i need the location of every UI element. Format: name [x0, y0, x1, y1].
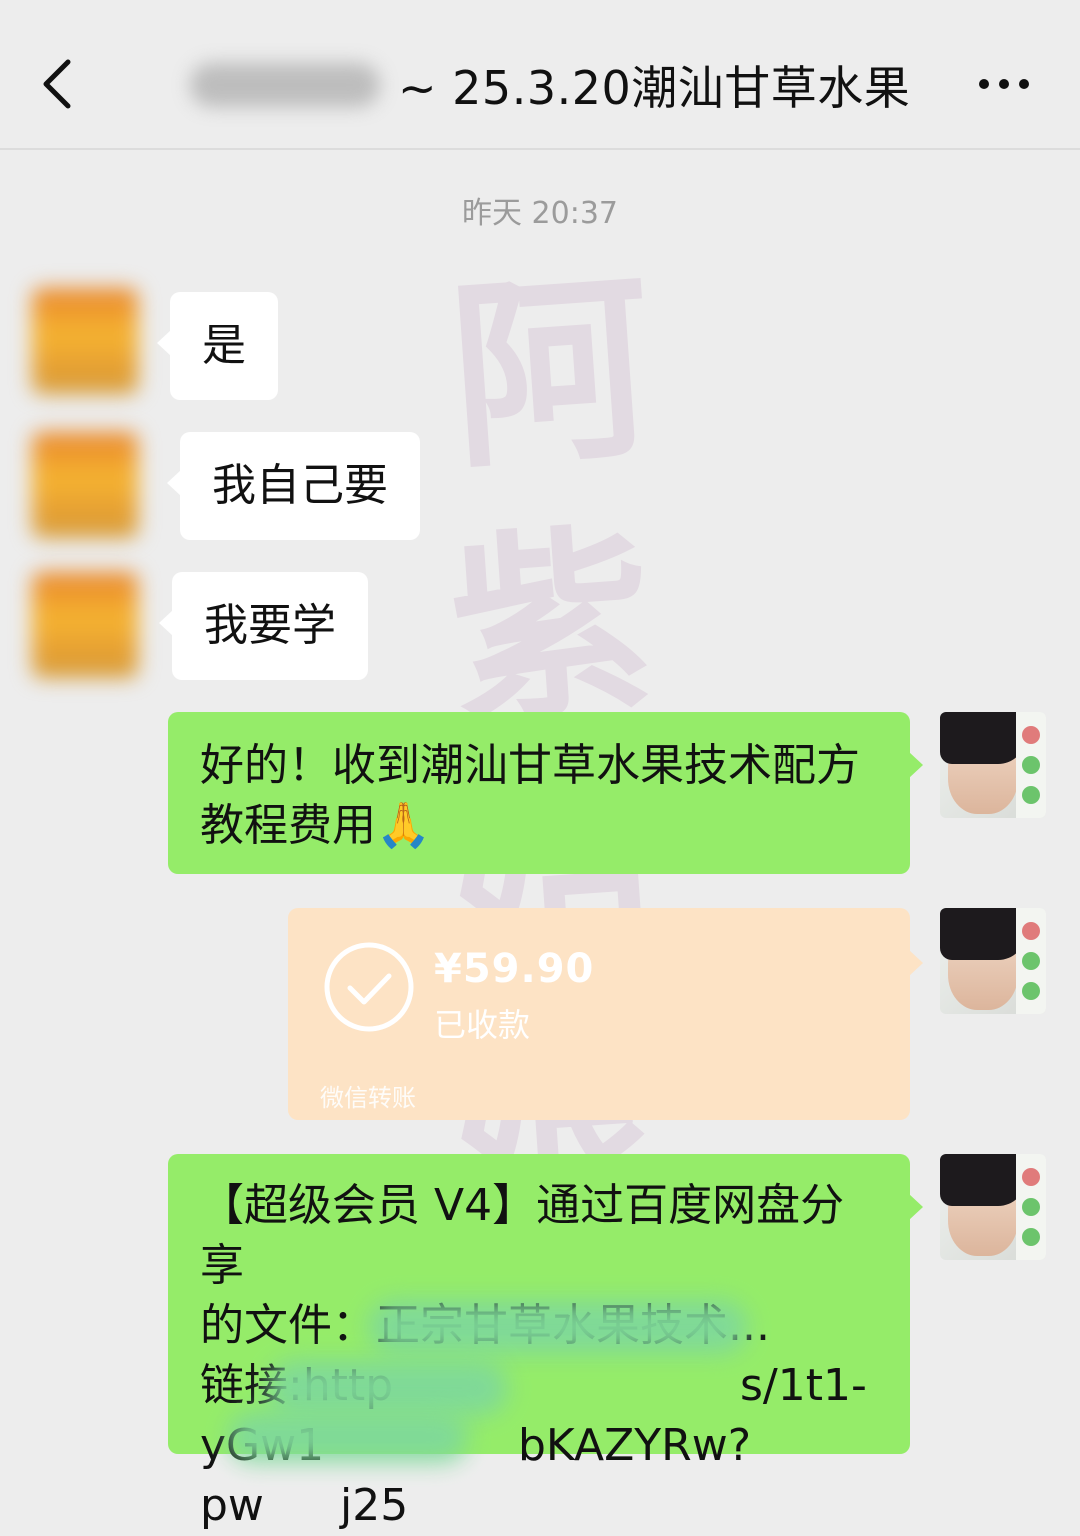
share-link-line[interactable]: pw j25	[200, 1476, 878, 1536]
link-text-end: j25	[340, 1480, 409, 1531]
sender-avatar[interactable]	[32, 288, 138, 394]
my-avatar[interactable]	[940, 908, 1046, 1014]
back-button[interactable]	[30, 48, 90, 120]
avatar-hair	[940, 908, 1026, 960]
chevron-left-icon	[43, 59, 71, 109]
sticker-icon	[1022, 1228, 1040, 1246]
sticker-icon	[1022, 726, 1040, 744]
sticker-icon	[1022, 952, 1040, 970]
link-redaction	[228, 1412, 468, 1462]
sticker-icon	[1022, 1168, 1040, 1186]
avatar-hair	[940, 712, 1026, 764]
message-text: 是	[202, 320, 246, 371]
link-text-start: pw	[200, 1480, 264, 1531]
message-timestamp: 昨天 20:37	[462, 196, 618, 231]
my-avatar[interactable]	[940, 712, 1046, 818]
message-text-line: 【超级会员 V4】通过百度网盘分享	[200, 1180, 845, 1291]
message-text-line: 教程费用🙏	[200, 800, 431, 851]
sticker-icon	[1022, 922, 1040, 940]
link-text-end: s/1t1-	[740, 1360, 867, 1411]
incoming-message[interactable]: 是	[157, 292, 278, 400]
message-text: 我自己要	[212, 460, 388, 511]
message-text-line: 好的！收到潮汕甘草水果技术配方	[200, 740, 860, 791]
more-icon	[979, 79, 1029, 89]
more-options-button[interactable]	[968, 62, 1048, 106]
transfer-amount: ¥59.90	[434, 946, 595, 992]
sticker-icon	[1022, 1198, 1040, 1216]
outgoing-share-message[interactable]: 【超级会员 V4】通过百度网盘分享 的文件：正宗甘草水果技术... 链接:htt…	[168, 1154, 923, 1531]
incoming-message[interactable]: 我自己要	[167, 432, 420, 540]
transfer-label: 微信转账	[320, 1084, 416, 1112]
sender-avatar[interactable]	[32, 572, 138, 678]
chat-header: ~ 25.3.20潮汕甘草水果	[0, 0, 1080, 150]
link-redaction	[368, 1300, 748, 1354]
transfer-card[interactable]: ¥59.90 已收款 微信转账	[288, 908, 923, 1120]
sender-avatar[interactable]	[32, 432, 138, 538]
message-text: 我要学	[204, 600, 336, 651]
my-avatar[interactable]	[940, 1154, 1046, 1260]
check-circle-icon	[324, 942, 414, 1032]
chat-title: ~ 25.3.20潮汕甘草水果	[190, 50, 910, 120]
blurred-group-name	[190, 63, 380, 107]
incoming-message[interactable]: 我要学	[159, 572, 368, 680]
sticker-icon	[1022, 786, 1040, 804]
sticker-icon	[1022, 756, 1040, 774]
watermark-char: 阿	[443, 248, 660, 497]
outgoing-message[interactable]: 好的！收到潮汕甘草水果技术配方 教程费用🙏	[168, 712, 923, 874]
link-redaction	[268, 1360, 508, 1416]
avatar-hair	[940, 1154, 1026, 1206]
transfer-status: 已收款	[434, 1006, 531, 1044]
chat-title-text: ~ 25.3.20潮汕甘草水果	[398, 61, 911, 115]
sticker-icon	[1022, 982, 1040, 1000]
link-text-end: bKAZYRw?	[518, 1420, 752, 1471]
